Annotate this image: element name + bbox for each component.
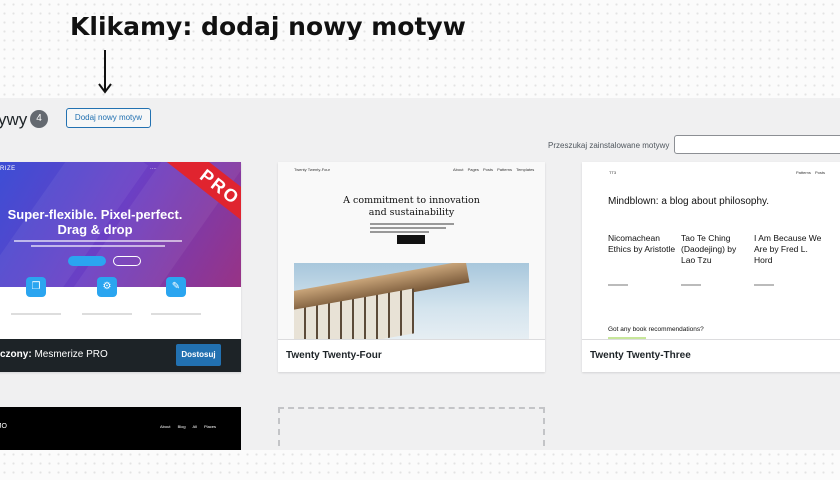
theme-card-mesmerize-pro[interactable]: RIZE ···· PRO Super-flexible. Pixel-perf… xyxy=(0,162,241,372)
pencil-icon: ✎ xyxy=(166,277,186,297)
preview-features: ❐ ⚙ ✎ xyxy=(0,277,241,339)
theme-card-twenty-twenty-four[interactable]: Twenty Twenty-Four About Pages Posts Pat… xyxy=(278,162,545,372)
preview-text-lines xyxy=(370,223,454,235)
search-themes-input[interactable] xyxy=(674,135,840,154)
preview-post-title: Tao Te Ching (Daodejing) by Lao Tzu xyxy=(681,233,737,265)
preview-nav: About Pages Posts Patterns Templates xyxy=(453,167,535,172)
theme-name: Mesmerize PRO xyxy=(34,349,108,360)
preview-nav: ···· xyxy=(150,166,157,172)
annotation-title: Klikamy: dodaj nowy motyw xyxy=(70,12,466,41)
preview-logo: RIZE xyxy=(0,166,16,172)
add-new-theme-button[interactable]: Dodaj nowy motyw xyxy=(66,108,151,128)
active-theme-label: czony: Mesmerize PRO xyxy=(0,349,108,360)
preview-text-lines xyxy=(14,240,182,250)
preview-button xyxy=(397,235,425,244)
search-label: Przeszukaj zainstalowane motywy xyxy=(548,141,670,150)
preview-building-image xyxy=(294,263,529,339)
add-new-theme-card[interactable] xyxy=(278,407,545,450)
document-icon: ❐ xyxy=(26,277,46,297)
bottom-dotted-background xyxy=(0,450,840,480)
theme-name: Twenty Twenty-Four xyxy=(278,339,545,372)
gear-icon: ⚙ xyxy=(97,277,117,297)
theme-card-twenty-twenty-three[interactable]: TT3 Patterns Posts Mindblown: a blog abo… xyxy=(582,162,840,372)
preview-post-title: Nicomachean Ethics by Aristotle xyxy=(608,233,676,254)
down-arrow-icon xyxy=(98,50,112,94)
preview-headline: Super-flexible. Pixel-perfect. Drag & dr… xyxy=(7,207,183,237)
preview-nav: Patterns Posts xyxy=(796,170,826,175)
preview-site-title: Twenty Twenty-Four xyxy=(294,167,330,172)
page-title: ywy xyxy=(0,110,28,129)
themes-screen: ywy 4 Dodaj nowy motyw Przeszukaj zainst… xyxy=(0,98,840,450)
preview-post-title: I Am Because We Are by Fred L. Hord xyxy=(754,233,822,265)
theme-screenshot[interactable]: Twenty Twenty-Four About Pages Posts Pat… xyxy=(278,162,545,339)
preview-logo: JO xyxy=(0,423,7,430)
preview-nav: About Blog All Places xyxy=(160,424,217,429)
preview-headline: Mindblown: a blog about philosophy. xyxy=(608,196,770,207)
customize-button[interactable]: Dostosuj xyxy=(176,344,221,366)
theme-count-badge: 4 xyxy=(30,110,48,128)
theme-name: Twenty Twenty-Three xyxy=(582,339,840,372)
preview-headline: A commitment to innovation and sustainab… xyxy=(343,195,480,218)
preview-secondary-button xyxy=(113,256,141,266)
preview-bottom-text: Got any book recommendations? xyxy=(608,326,704,333)
preview-primary-button xyxy=(68,256,106,266)
theme-screenshot[interactable]: RIZE ···· PRO Super-flexible. Pixel-perf… xyxy=(0,162,241,339)
theme-card-dark[interactable]: JO About Blog All Places xyxy=(0,407,241,450)
theme-card-footer: czony: Mesmerize PRO Dostosuj xyxy=(0,339,241,372)
preview-site-title: TT3 xyxy=(609,170,617,175)
theme-screenshot[interactable]: TT3 Patterns Posts Mindblown: a blog abo… xyxy=(582,162,840,339)
